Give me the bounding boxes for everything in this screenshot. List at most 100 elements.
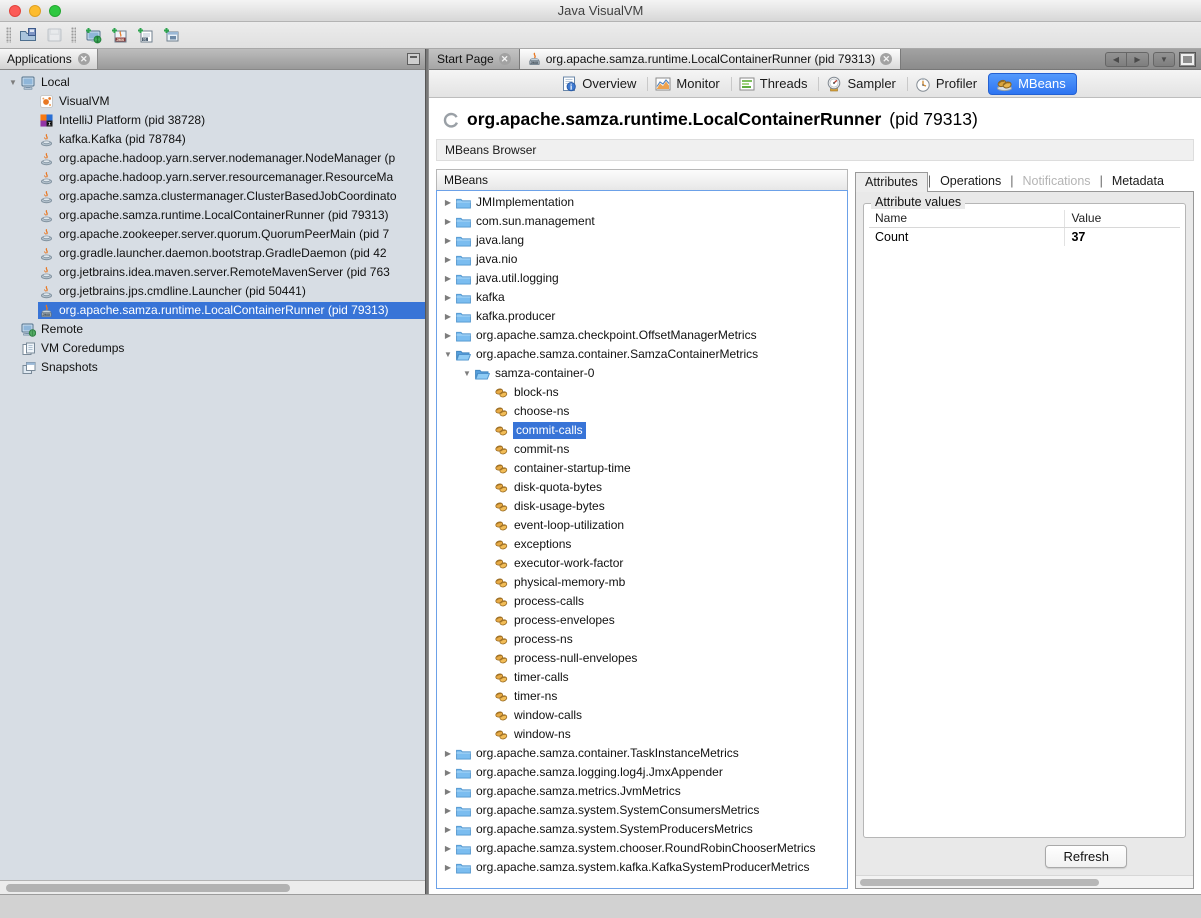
mbean-tree-item[interactable]: ▶java.nio [437, 250, 847, 269]
application-tree-item[interactable]: org.apache.hadoop.yarn.server.nodemanage… [0, 149, 425, 168]
mbean-tree-item[interactable]: choose-ns [437, 402, 847, 421]
next-tab-button[interactable]: ▶ [1127, 52, 1149, 67]
mbean-tree-item[interactable]: exceptions [437, 535, 847, 554]
mbean-tree-item[interactable]: block-ns [437, 383, 847, 402]
mbean-tree-item[interactable]: ▶org.apache.samza.logging.log4j.JmxAppen… [437, 763, 847, 782]
tree-expand-toggle-icon[interactable]: ▶ [441, 255, 455, 264]
mbean-tree-item[interactable]: commit-ns [437, 440, 847, 459]
tab-list-dropdown-button[interactable]: ▼ [1153, 52, 1175, 67]
application-tree-item[interactable]: org.apache.hadoop.yarn.server.resourcema… [0, 168, 425, 187]
mbean-tree-item[interactable]: ▶org.apache.samza.system.chooser.RoundRo… [437, 839, 847, 858]
tree-expand-toggle-icon[interactable]: ▶ [441, 312, 455, 321]
add-vm-coredump-button[interactable]: 01 [132, 24, 158, 47]
tree-collapse-toggle-icon[interactable]: ▼ [441, 350, 455, 359]
tab-applications[interactable]: Applications ✕ [0, 49, 98, 69]
mbean-tree-item[interactable]: ▶org.apache.samza.system.SystemProducers… [437, 820, 847, 839]
minimize-window-button[interactable] [29, 5, 41, 17]
mbean-tree-item[interactable]: process-ns [437, 630, 847, 649]
mbean-tree-item[interactable]: disk-usage-bytes [437, 497, 847, 516]
application-tree-item[interactable]: Snapshots [0, 358, 425, 377]
application-tree-item[interactable]: org.apache.zookeeper.server.quorum.Quoru… [0, 225, 425, 244]
application-tree-item[interactable]: VM Coredumps [0, 339, 425, 358]
tree-expand-toggle-icon[interactable]: ▶ [441, 806, 455, 815]
mbean-tree-item[interactable]: event-loop-utilization [437, 516, 847, 535]
close-icon[interactable]: ✕ [78, 53, 90, 65]
application-tree-item[interactable]: kafka.Kafka (pid 78784) [0, 130, 425, 149]
mbean-tree-item[interactable]: ▶org.apache.samza.system.kafka.KafkaSyst… [437, 858, 847, 877]
column-header-value[interactable]: Value [1065, 210, 1180, 228]
application-tree-item[interactable]: org.jetbrains.jps.cmdline.Launcher (pid … [0, 282, 425, 301]
mbean-tree-item[interactable]: ▶kafka [437, 288, 847, 307]
tree-expand-toggle-icon[interactable]: ▶ [441, 217, 455, 226]
mbean-tree-item[interactable]: timer-ns [437, 687, 847, 706]
close-window-button[interactable] [9, 5, 21, 17]
close-icon[interactable]: ✕ [499, 53, 511, 65]
maximize-view-button[interactable] [1179, 52, 1196, 67]
mbean-tree-item[interactable]: ▶org.apache.samza.system.SystemConsumers… [437, 801, 847, 820]
open-file-button[interactable] [15, 24, 41, 47]
application-tree-item[interactable]: Remote [0, 320, 425, 339]
mbean-tree-item[interactable]: ▶org.apache.samza.metrics.JvmMetrics [437, 782, 847, 801]
mbean-tree-item[interactable]: ▶JMImplementation [437, 193, 847, 212]
tree-expand-toggle-icon[interactable]: ▶ [441, 198, 455, 207]
mbean-tree-item[interactable]: process-envelopes [437, 611, 847, 630]
application-tree-item[interactable]: JMXorg.apache.samza.runtime.LocalContain… [0, 301, 425, 320]
view-tab-profiler[interactable]: Profiler [907, 73, 988, 95]
tree-expand-toggle-icon[interactable]: ▶ [441, 787, 455, 796]
application-tree-item[interactable]: IntelliJ Platform (pid 38728) [0, 111, 425, 130]
tree-expand-toggle-icon[interactable]: ▶ [441, 274, 455, 283]
previous-tab-button[interactable]: ◀ [1105, 52, 1127, 67]
application-tree-item[interactable]: VisualVM [0, 92, 425, 111]
view-tab-monitor[interactable]: Monitor [647, 73, 730, 95]
mbean-tree-item[interactable]: ▶com.sun.management [437, 212, 847, 231]
add-snapshot-button[interactable] [158, 24, 184, 47]
scrollbar-thumb[interactable] [6, 884, 290, 892]
application-tree-item[interactable]: org.apache.samza.clustermanager.ClusterB… [0, 187, 425, 206]
mbean-tree-item[interactable]: ▶org.apache.samza.container.TaskInstance… [437, 744, 847, 763]
tree-collapse-toggle-icon[interactable]: ▼ [460, 369, 474, 378]
tree-expand-toggle-icon[interactable]: ▶ [441, 331, 455, 340]
application-tree-item[interactable]: org.gradle.launcher.daemon.bootstrap.Gra… [0, 244, 425, 263]
mbean-tree-item[interactable]: ▶java.lang [437, 231, 847, 250]
attributes-horizontal-scrollbar[interactable] [856, 875, 1193, 888]
view-tab-overview[interactable]: iOverview [553, 73, 647, 95]
mbean-tree-item[interactable]: timer-calls [437, 668, 847, 687]
scrollbar-thumb[interactable] [860, 879, 1099, 886]
mbean-tree-item[interactable]: process-null-envelopes [437, 649, 847, 668]
tree-expand-toggle-icon[interactable]: ▶ [441, 844, 455, 853]
tree-expand-toggle-icon[interactable]: ▶ [441, 863, 455, 872]
view-tab-mbeans[interactable]: MBeans [988, 73, 1077, 95]
mbean-tree-item[interactable]: disk-quota-bytes [437, 478, 847, 497]
tab-metadata[interactable]: Metadata [1103, 172, 1173, 191]
tree-expand-toggle-icon[interactable]: ▶ [441, 293, 455, 302]
mbean-tree-item[interactable]: commit-calls [437, 421, 847, 440]
mbean-tree-item[interactable]: physical-memory-mb [437, 573, 847, 592]
view-tab-threads[interactable]: Threads [731, 73, 819, 95]
mbean-tree-item[interactable]: window-ns [437, 725, 847, 744]
tree-expand-toggle-icon[interactable]: ▶ [441, 768, 455, 777]
mbean-tree-item[interactable]: ▼samza-container-0 [437, 364, 847, 383]
document-tab[interactable]: Start Page✕ [429, 49, 520, 69]
add-jmx-connection-button[interactable]: JMX [106, 24, 132, 47]
refresh-button[interactable]: Refresh [1045, 845, 1127, 868]
column-header-name[interactable]: Name [869, 210, 1065, 228]
float-window-icon[interactable] [407, 53, 420, 65]
application-tree-item[interactable]: org.jetbrains.idea.maven.server.RemoteMa… [0, 263, 425, 282]
mbean-tree-item[interactable]: ▶org.apache.samza.checkpoint.OffsetManag… [437, 326, 847, 345]
mbean-tree-item[interactable]: ▶kafka.producer [437, 307, 847, 326]
tree-expand-toggle-icon[interactable]: ▶ [441, 749, 455, 758]
mbean-tree-item[interactable]: process-calls [437, 592, 847, 611]
application-tree-item[interactable]: org.apache.samza.runtime.LocalContainerR… [0, 206, 425, 225]
view-tab-sampler[interactable]: Sampler [818, 73, 906, 95]
mbean-tree-item[interactable]: container-startup-time [437, 459, 847, 478]
zoom-window-button[interactable] [49, 5, 61, 17]
tree-expand-toggle-icon[interactable]: ▶ [441, 825, 455, 834]
tree-expand-toggle-icon[interactable]: ▶ [441, 236, 455, 245]
mbean-tree-item[interactable]: ▼org.apache.samza.container.SamzaContain… [437, 345, 847, 364]
add-application-button[interactable] [80, 24, 106, 47]
mbean-tree-item[interactable]: ▶java.util.logging [437, 269, 847, 288]
tree-collapse-toggle-icon[interactable]: ▼ [6, 78, 20, 87]
applications-horizontal-scrollbar[interactable] [0, 880, 425, 894]
tab-operations[interactable]: Operations [931, 172, 1010, 191]
mbean-tree-item[interactable]: window-calls [437, 706, 847, 725]
